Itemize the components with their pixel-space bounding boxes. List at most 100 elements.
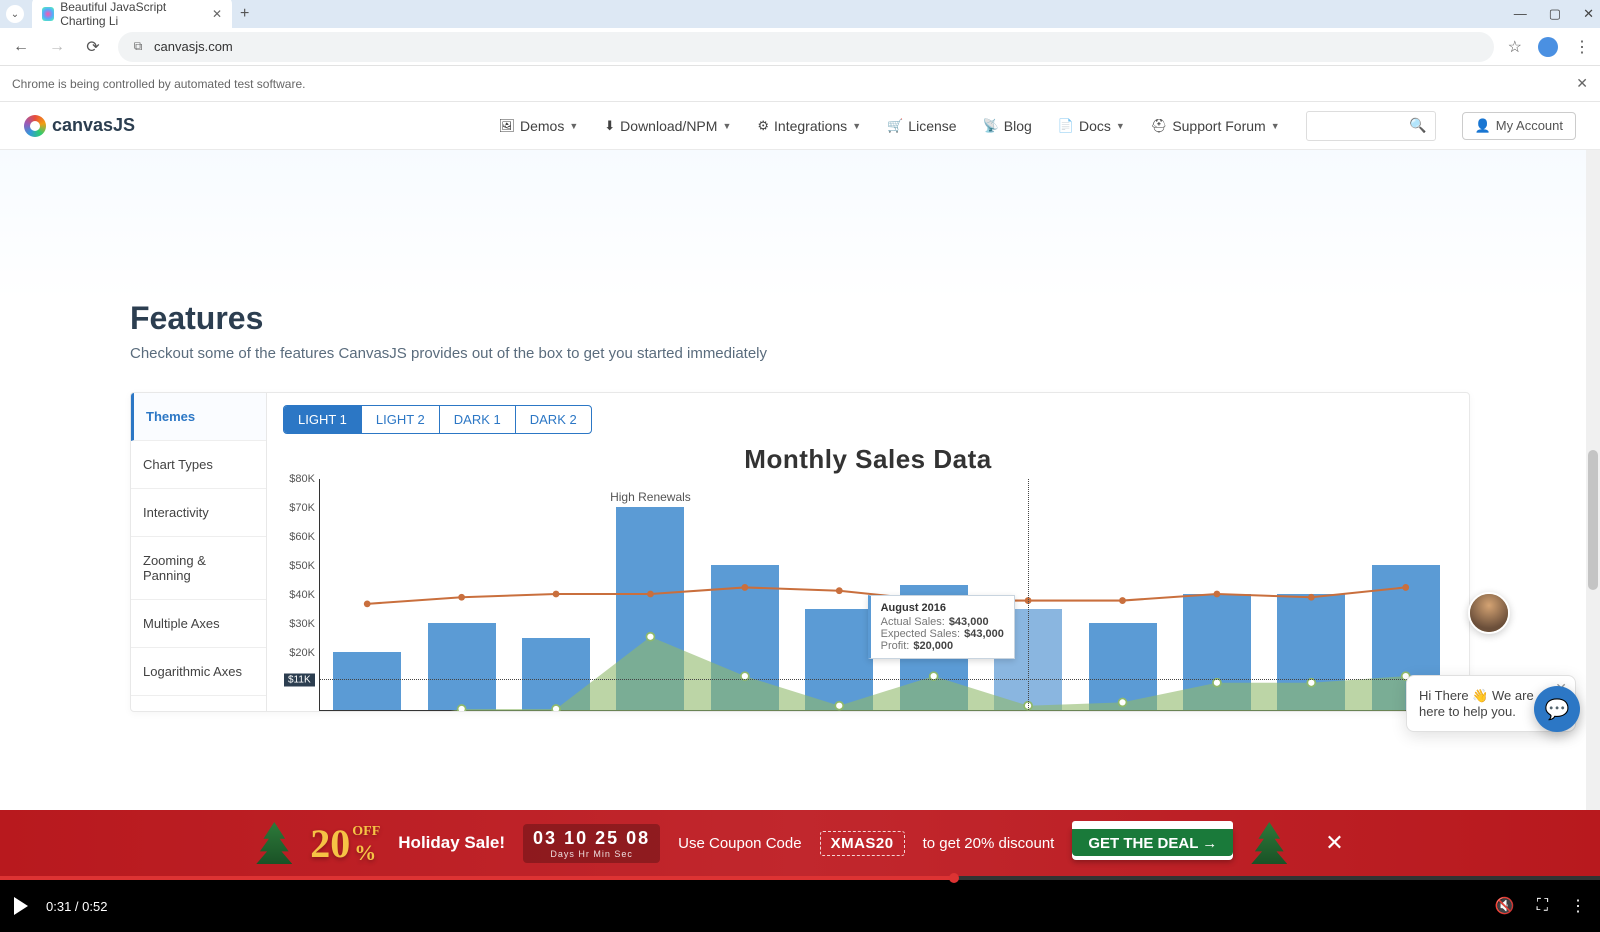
video-time: 0:31 / 0:52 — [46, 899, 107, 914]
browser-tab[interactable]: Beautiful JavaScript Charting Li ✕ — [32, 0, 232, 32]
chevron-down-icon: ▼ — [722, 121, 731, 131]
nav-integrations[interactable]: ⚙Integrations▼ — [757, 118, 861, 134]
close-window-button[interactable]: ✕ — [1583, 6, 1594, 22]
url-field[interactable]: ⧉ canvasjs.com — [118, 32, 1494, 62]
url-text: canvasjs.com — [154, 39, 233, 54]
chat-avatar[interactable] — [1468, 592, 1510, 634]
promo-cta-button[interactable]: GET THE DEAL → — [1072, 827, 1233, 860]
chart-container[interactable]: LIGHT 1 LIGHT 2 DARK 1 DARK 2 Monthly Sa… — [267, 393, 1469, 711]
sidebar-item-interactivity[interactable]: Interactivity — [131, 489, 266, 537]
maximize-button[interactable]: ▢ — [1549, 6, 1561, 22]
browser-menu-icon[interactable]: ⋮ — [1574, 37, 1590, 57]
promo-coupon-prefix: Use Coupon Code — [678, 835, 801, 852]
chart-bar[interactable] — [1089, 623, 1157, 710]
fullscreen-icon[interactable]: ⛶ — [1537, 897, 1548, 915]
sidebar-item-zooming[interactable]: Zooming & Panning — [131, 537, 266, 600]
chart-bar[interactable] — [805, 609, 873, 711]
reload-button[interactable]: ⟳ — [82, 36, 104, 58]
chart-bar[interactable] — [1183, 594, 1251, 710]
chart-plot[interactable]: $80K$70K$60K$50K$40K$30K$20K High Renewa… — [283, 479, 1453, 711]
page-scrollbar[interactable] — [1586, 150, 1600, 810]
gears-icon: ⚙ — [757, 118, 769, 134]
back-button[interactable]: ← — [10, 36, 32, 58]
address-bar: ← → ⟳ ⧉ canvasjs.com ☆ ⋮ — [0, 28, 1600, 66]
chart-crosshair-vertical — [1028, 479, 1029, 710]
sidebar-item-chart-types[interactable]: Chart Types — [131, 441, 266, 489]
nav-docs[interactable]: 📄Docs▼ — [1058, 118, 1125, 134]
video-menu-icon[interactable]: ⋮ — [1570, 896, 1586, 916]
features-sidebar: Themes Chart Types Interactivity Zooming… — [131, 393, 267, 711]
sidebar-item-log-axes[interactable]: Logarithmic Axes — [131, 648, 266, 696]
promo-countdown: 03 10 25 08 Days Hr Min Sec — [523, 824, 660, 863]
browser-tab-strip: ⌄ Beautiful JavaScript Charting Li ✕ + ―… — [0, 0, 1600, 28]
nav-demos[interactable]: 🖼Demos▼ — [498, 118, 578, 134]
chart-bar[interactable] — [333, 652, 401, 710]
play-button[interactable] — [14, 897, 28, 915]
close-promo-icon[interactable]: ✕ — [1325, 830, 1343, 856]
hero-background — [0, 150, 1600, 300]
features-heading: Features — [130, 300, 1470, 337]
theme-tabs: LIGHT 1 LIGHT 2 DARK 1 DARK 2 — [283, 405, 592, 434]
video-progress-fill — [0, 876, 954, 880]
chart-tooltip: August 2016 Actual Sales:$43,000 Expecte… — [868, 595, 1015, 659]
chart-crosshair-horizontal: $11K — [320, 679, 1453, 680]
search-input[interactable]: 🔍 — [1306, 111, 1436, 141]
image-icon: 🖼 — [498, 118, 515, 134]
theme-tab-light1[interactable]: LIGHT 1 — [284, 406, 362, 433]
theme-tab-dark2[interactable]: DARK 2 — [516, 406, 591, 433]
chat-fab-button[interactable]: 💬 — [1534, 686, 1580, 732]
video-progress-knob[interactable] — [949, 873, 959, 883]
scrollbar-thumb[interactable] — [1588, 450, 1598, 590]
user-icon: 👤 — [1475, 118, 1491, 134]
forward-button[interactable]: → — [46, 36, 68, 58]
promo-headline: Holiday Sale! — [398, 833, 505, 853]
chart-bar[interactable] — [711, 565, 779, 710]
tabs-dropdown[interactable]: ⌄ — [6, 5, 24, 23]
sidebar-item-themes[interactable]: Themes — [131, 393, 266, 441]
site-header: canvasJS 🖼Demos▼ ⬇Download/NPM▼ ⚙Integra… — [0, 102, 1600, 150]
nav-license[interactable]: 🛒License — [887, 118, 956, 134]
automation-info-bar: Chrome is being controlled by automated … — [0, 66, 1600, 102]
logo-icon — [24, 115, 46, 137]
chevron-down-icon: ▼ — [1116, 121, 1125, 131]
promo-banner: 20OFF% Holiday Sale! 03 10 25 08 Days Hr… — [0, 810, 1600, 876]
chart-title: Monthly Sales Data — [283, 444, 1453, 475]
nav-blog[interactable]: 📡Blog — [983, 118, 1032, 134]
site-info-icon[interactable]: ⧉ — [130, 39, 146, 55]
bookmark-icon[interactable]: ☆ — [1508, 37, 1522, 57]
theme-tab-dark1[interactable]: DARK 1 — [440, 406, 516, 433]
promo-coupon-code: XMAS20 — [820, 831, 905, 856]
theme-tab-light2[interactable]: LIGHT 2 — [362, 406, 440, 433]
close-info-bar[interactable]: ✕ — [1576, 75, 1588, 92]
sidebar-item-multiple-axes[interactable]: Multiple Axes — [131, 600, 266, 648]
my-account-button[interactable]: 👤My Account — [1462, 112, 1576, 140]
close-tab-icon[interactable]: ✕ — [212, 7, 222, 21]
chevron-down-icon: ▼ — [852, 121, 861, 131]
promo-coupon-suffix: to get 20% discount — [923, 835, 1055, 852]
play-icon — [14, 897, 28, 915]
chat-greeting: Hi There 👋 We are here to help you. — [1419, 688, 1534, 719]
new-tab-button[interactable]: + — [240, 5, 249, 23]
rss-icon: 📡 — [983, 118, 999, 134]
mute-icon[interactable]: 🔇 — [1495, 896, 1515, 916]
features-panel: Themes Chart Types Interactivity Zooming… — [130, 392, 1470, 712]
tooltip-title: August 2016 — [881, 602, 1004, 614]
minimize-button[interactable]: ― — [1514, 6, 1527, 22]
cart-icon: 🛒 — [887, 118, 903, 134]
profile-avatar[interactable] — [1538, 37, 1558, 57]
promo-percent: 20OFF% — [310, 820, 380, 867]
document-icon: 📄 — [1058, 118, 1074, 134]
chart-bar[interactable] — [1277, 594, 1345, 710]
nav-forum[interactable]: ⛑Support Forum▼ — [1151, 118, 1280, 134]
features-subtitle: Checkout some of the features CanvasJS p… — [130, 345, 1470, 362]
nav-download[interactable]: ⬇Download/NPM▼ — [604, 118, 731, 134]
chevron-down-icon: ▼ — [569, 121, 578, 131]
tab-title: Beautiful JavaScript Charting Li — [60, 0, 206, 28]
chart-bar[interactable] — [428, 623, 496, 710]
chart-bar[interactable] — [522, 638, 590, 711]
video-controls: 0:31 / 0:52 🔇 ⛶ ⋮ — [0, 876, 1600, 932]
favicon-icon — [42, 7, 54, 21]
video-progress-track[interactable] — [0, 876, 1600, 880]
search-icon[interactable]: 🔍 — [1409, 117, 1426, 134]
logo[interactable]: canvasJS — [24, 115, 135, 137]
